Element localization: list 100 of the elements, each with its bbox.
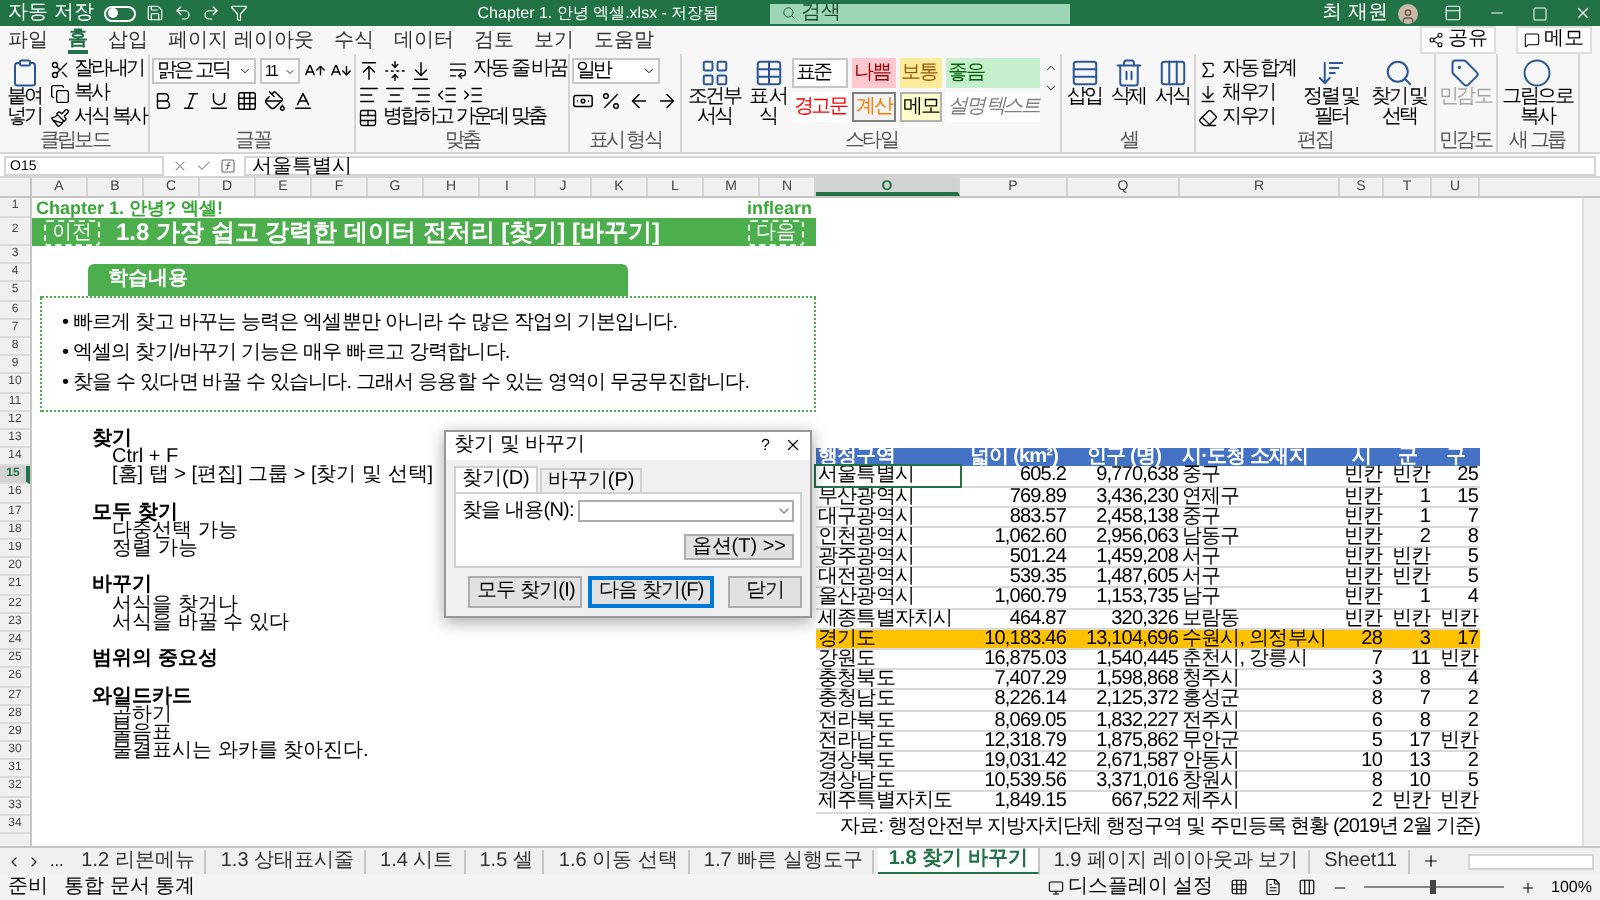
underline-icon[interactable]	[208, 90, 231, 112]
bottom-align-icon[interactable]	[410, 59, 433, 81]
wrap-text-button[interactable]: 자동 줄 바꿈	[448, 58, 566, 82]
normal-view-icon[interactable]	[1229, 878, 1248, 896]
ribbon-tab[interactable]: 도움말	[593, 28, 654, 54]
increase-decimal-icon[interactable]	[628, 90, 650, 112]
horizontal-scrollbar[interactable]	[1467, 853, 1594, 869]
align-right-icon[interactable]	[410, 83, 433, 105]
top-align-icon[interactable]	[358, 59, 381, 81]
sort-filter-button[interactable]: 정렬 및 필터	[1299, 58, 1364, 128]
dialog-button[interactable]: 다음 찾기(F)	[588, 575, 714, 608]
autosum-button[interactable]: 자동 합계	[1198, 58, 1296, 82]
table-cell-text: 8	[1465, 527, 1480, 547]
ribbon-tab[interactable]: 페이지 레이아웃	[168, 28, 314, 54]
fill-color-icon[interactable]	[264, 90, 287, 112]
vertical-scrollbar[interactable]	[1582, 198, 1600, 846]
table-cell-text: 1,598,868	[1094, 670, 1180, 689]
undo-icon[interactable]	[173, 4, 192, 22]
ribbon-tab[interactable]: 데이터	[393, 28, 454, 54]
previous-sheet-icon[interactable]	[6, 853, 22, 869]
cells-button[interactable]: 삭제	[1108, 58, 1149, 108]
copy-button[interactable]: 복사	[50, 82, 147, 106]
cell-style-swatch[interactable]: 설명 텍스트	[946, 92, 1041, 122]
ribbon-tab[interactable]: 수식	[333, 28, 374, 54]
align-left-icon[interactable]	[358, 83, 381, 105]
format-painter-button[interactable]: 서식 복사	[50, 106, 147, 130]
paste-button[interactable]: 붙여넣기	[2, 58, 46, 128]
next-sheet-icon[interactable]	[26, 853, 42, 869]
check-icon[interactable]	[196, 157, 212, 173]
font-size-dropdown[interactable]: 11	[260, 58, 301, 84]
dialog-tab[interactable]: 바꾸기(P)	[539, 467, 643, 492]
table-cell-text: 빈칸	[1341, 609, 1384, 628]
cell-style-swatch[interactable]: 나쁨	[852, 58, 896, 88]
copy-as-picture-button[interactable]: 그림으로 복사	[1499, 58, 1576, 128]
cell-style-swatch[interactable]: 보통	[899, 58, 943, 88]
table-cell-text: 안동시	[1180, 751, 1242, 771]
cell-style-swatch[interactable]: 좋음	[946, 58, 1041, 88]
ribbon-tab[interactable]: 보기	[533, 28, 574, 54]
cancel-icon[interactable]	[172, 157, 188, 173]
source-note: 자료: 행정안전부 지방자치단체 행정구역 및 주민등록 현황 (2019년 2월 기준)	[840, 817, 1480, 836]
ribbon-tab[interactable]: 삽입	[108, 28, 148, 54]
dialog-button[interactable]: 모두 찾기(I)	[468, 575, 583, 608]
filter-icon[interactable]	[229, 4, 248, 22]
table-cell-text: 3	[1417, 629, 1432, 649]
grid-icon	[699, 58, 729, 88]
bold-icon[interactable]	[152, 90, 175, 112]
borders-icon[interactable]	[236, 90, 259, 112]
close-icon[interactable]	[784, 436, 802, 455]
fill-button[interactable]: 채우기	[1198, 82, 1296, 106]
ribbon-tab[interactable]: 파일	[8, 28, 48, 54]
dialog-button[interactable]: 닫기	[727, 575, 802, 608]
middle-align-icon[interactable]	[384, 59, 407, 81]
cells-button[interactable]: 삽입	[1064, 58, 1105, 108]
table-cell-text: 9,770,638	[1096, 466, 1180, 486]
page-break-icon[interactable]	[1297, 878, 1316, 896]
decrease-decimal-icon[interactable]	[656, 90, 678, 112]
page-layout-icon[interactable]	[1263, 878, 1282, 896]
help-button[interactable]: ?	[755, 435, 776, 456]
number-format-dropdown[interactable]: 일반	[572, 58, 660, 84]
align-center-icon[interactable]	[384, 83, 407, 105]
workbook-stats[interactable]: 통합 문서 통계	[64, 875, 196, 899]
cell-style-swatch[interactable]: 경고문	[792, 92, 849, 122]
find-select-button[interactable]: 찾기 및 선택	[1367, 58, 1432, 128]
avatar[interactable]	[1398, 3, 1418, 23]
add-sheet-icon[interactable]	[1421, 852, 1440, 870]
currency-icon[interactable]	[572, 90, 594, 112]
display-settings-button[interactable]: 디스플레이 설정	[1047, 875, 1214, 899]
function-icon[interactable]	[220, 157, 236, 173]
status-text: 준비	[8, 875, 48, 899]
more-sheets-button[interactable]: ...	[46, 849, 68, 873]
table-format-button[interactable]: 표 서식	[748, 58, 788, 128]
cell-style-swatch[interactable]: 표준	[792, 58, 849, 88]
autosave-toggle[interactable]	[103, 5, 136, 21]
zoom-thumb[interactable]	[1430, 880, 1437, 894]
cells-button[interactable]: 서식	[1152, 58, 1193, 108]
conditional-format-button[interactable]: 조건부 서식	[684, 58, 744, 128]
cut-button[interactable]: 잘라내기	[50, 58, 147, 82]
sheet-tab[interactable]: 1.8 찾기 바꾸기	[878, 847, 1040, 875]
find-input[interactable]	[577, 499, 794, 522]
dialog-tab[interactable]: 찾기(D)	[454, 465, 538, 492]
redo-icon[interactable]	[201, 4, 220, 22]
save-icon[interactable]	[145, 4, 164, 22]
share-button[interactable]: 공유	[1420, 26, 1496, 54]
indent-increase-icon[interactable]	[462, 83, 485, 105]
indent-decrease-icon[interactable]	[436, 83, 459, 105]
font-name-dropdown[interactable]: 맑은 고딕	[152, 58, 257, 84]
font-color-icon[interactable]	[292, 90, 315, 112]
ribbon-tab[interactable]: 검토	[473, 28, 514, 54]
maximize-icon[interactable]	[1532, 5, 1548, 21]
comments-button[interactable]: 메모	[1516, 26, 1592, 54]
formula-input[interactable]: 서울특별시	[244, 155, 1596, 175]
merge-center-button[interactable]: 병합하고 가운데 맞춤	[358, 106, 566, 130]
cell-style-swatch[interactable]: 메모	[899, 92, 943, 122]
italic-icon[interactable]	[180, 90, 203, 112]
percent-icon[interactable]	[600, 90, 622, 112]
clear-button[interactable]: 지우기	[1198, 106, 1296, 130]
ribbon-display-icon[interactable]	[1444, 4, 1462, 22]
search-field[interactable]: 검색	[769, 3, 1070, 23]
options-button[interactable]: 옵션(T) >>	[683, 533, 794, 560]
zoom-in-icon[interactable]	[1519, 879, 1536, 895]
